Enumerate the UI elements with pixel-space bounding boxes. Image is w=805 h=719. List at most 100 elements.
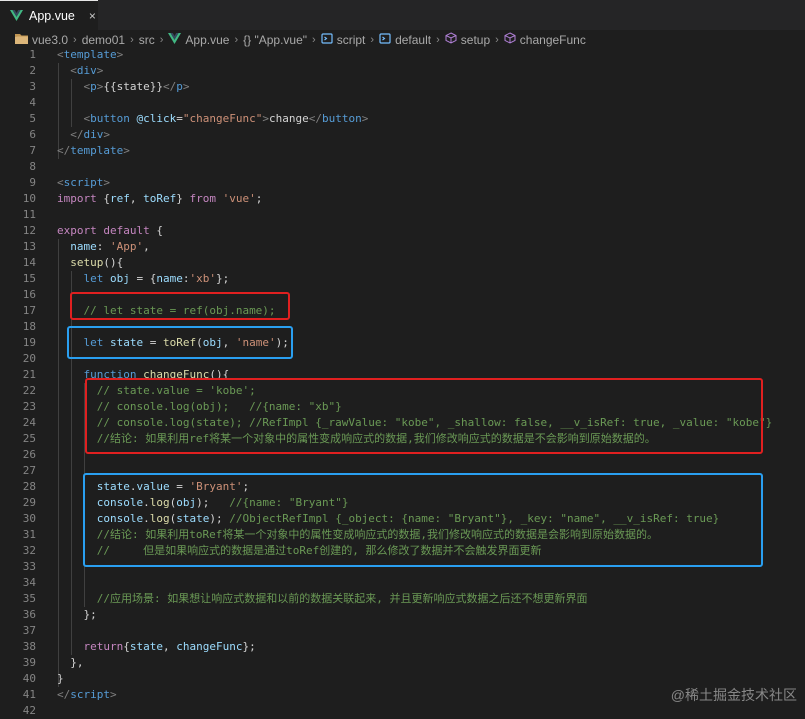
symbol-icon [321, 32, 333, 47]
code-line[interactable]: 36 }; [0, 607, 805, 623]
code-line[interactable]: 3 <p>{{state}}</p> [0, 79, 805, 95]
code-token: < [57, 176, 64, 189]
code-line[interactable]: 11 [0, 207, 805, 223]
line-number: 35 [22, 592, 36, 605]
line-number: 15 [22, 272, 36, 285]
breadcrumb-item-changefunc[interactable]: changeFunc [504, 32, 586, 47]
close-icon[interactable]: × [89, 9, 96, 23]
code-token: from [189, 192, 217, 205]
highlight-box-toref [67, 326, 293, 359]
chevron-right-icon: › [73, 33, 77, 46]
code-line[interactable]: 10 import {ref, toRef} from 'vue'; [0, 191, 805, 207]
code-line[interactable]: 12 export default { [0, 223, 805, 239]
code-text: </div> [57, 127, 110, 143]
code-token: 'App' [110, 240, 144, 253]
code-line[interactable]: 38 return{state, changeFunc}; [0, 639, 805, 655]
code-editor[interactable]: 1 <template> 2 <div> 3 <p>{{state}}</p> 4 5 <… [0, 47, 805, 717]
breadcrumb-item-vue3[interactable]: vue3.0 [15, 33, 68, 47]
breadcrumb-item-src[interactable]: src [139, 33, 155, 47]
breadcrumb-item-default[interactable]: default [379, 33, 431, 47]
line-number: 38 [22, 640, 36, 653]
code-token: > [103, 128, 110, 141]
code-token: > [123, 144, 130, 157]
cube-icon [504, 32, 516, 47]
line-number: 9 [29, 176, 36, 189]
code-token: obj [110, 272, 130, 285]
code-text: <p>{{state}}</p> [57, 79, 190, 95]
line-number: 23 [22, 400, 36, 413]
code-token: changeFunc [176, 640, 243, 653]
line-number: 21 [22, 368, 36, 381]
code-line[interactable]: 7 </template> [0, 143, 805, 159]
code-line[interactable]: 37 [0, 623, 805, 639]
code-token: > [361, 112, 369, 125]
watermark: @稀土掘金技术社区 [670, 687, 797, 703]
code-line[interactable]: 13 name: 'App', [0, 239, 805, 255]
tab-app-vue[interactable]: App.vue × [0, 0, 98, 30]
code-token: , [143, 240, 150, 253]
code-token: div [76, 64, 97, 77]
breadcrumb-item-demo01[interactable]: demo01 [82, 33, 125, 47]
code-line[interactable]: 4 [0, 95, 805, 111]
line-number: 17 [22, 304, 36, 317]
code-token: change [268, 112, 309, 125]
code-token: { [149, 224, 163, 237]
line-number: 32 [22, 544, 36, 557]
code-token: return [83, 640, 124, 653]
code-line[interactable]: 2 <div> [0, 63, 805, 79]
chevron-right-icon: › [159, 33, 164, 46]
breadcrumb-label: src [138, 32, 155, 47]
code-line[interactable]: 39 }, [0, 655, 805, 671]
code-line[interactable]: 6 </div> [0, 127, 805, 143]
code-token: name [156, 272, 183, 285]
code-token: script [63, 176, 104, 189]
code-token: , [163, 640, 177, 653]
line-number: 8 [29, 160, 36, 173]
code-token: ref [110, 192, 130, 205]
line-number: 41 [22, 688, 36, 701]
code-token: setup [70, 256, 104, 269]
vue-logo-icon [168, 32, 182, 47]
code-token: import [57, 192, 97, 205]
breadcrumb-label: default [395, 32, 432, 47]
code-token: </ [57, 688, 71, 701]
code-token: } [176, 192, 190, 205]
code-line[interactable]: 15 let obj = {name:'xb'}; [0, 271, 805, 287]
line-number: 2 [29, 64, 36, 77]
code-line[interactable]: 5 <button @click="changeFunc">change</bu… [0, 111, 805, 127]
code-token: : [96, 240, 110, 253]
breadcrumb-item-app-vue-object[interactable]: {} "App.vue" [243, 33, 307, 47]
code-line[interactable]: 1 <template> [0, 47, 805, 63]
line-number: 22 [22, 384, 36, 397]
code-text: export default { [57, 223, 163, 239]
code-token: 'vue' [222, 192, 256, 205]
line-number: 31 [22, 528, 36, 541]
code-line[interactable]: 34 [0, 575, 805, 591]
code-line[interactable]: 9 <script> [0, 175, 805, 191]
code-token: }; [242, 640, 256, 653]
line-number: 26 [22, 448, 36, 461]
code-token: (){ [103, 256, 124, 269]
code-line[interactable]: 42 [0, 703, 805, 719]
code-token: button [90, 112, 130, 125]
code-line[interactable]: 35 //应用场景: 如果想让响应式数据和以前的数据关联起来, 并且更新响应式数… [0, 591, 805, 607]
code-line[interactable]: 8 [0, 159, 805, 175]
code-text: </template> [57, 143, 130, 159]
code-token: export [57, 224, 97, 237]
breadcrumb-item-setup[interactable]: setup [445, 32, 490, 47]
breadcrumb-item-script[interactable]: script [321, 32, 365, 47]
breadcrumb-label: changeFunc [519, 32, 586, 47]
line-number: 36 [22, 608, 36, 621]
code-token: template [70, 144, 124, 157]
line-number: 14 [22, 256, 36, 269]
code-text: let obj = {name:'xb'}; [57, 271, 230, 287]
chevron-right-icon: › [312, 33, 316, 46]
code-line[interactable]: 14 setup(){ [0, 255, 805, 271]
breadcrumb-item-app-vue[interactable]: App.vue [168, 32, 229, 47]
vue-logo-icon [10, 6, 23, 25]
code-text: <template> [57, 47, 123, 63]
